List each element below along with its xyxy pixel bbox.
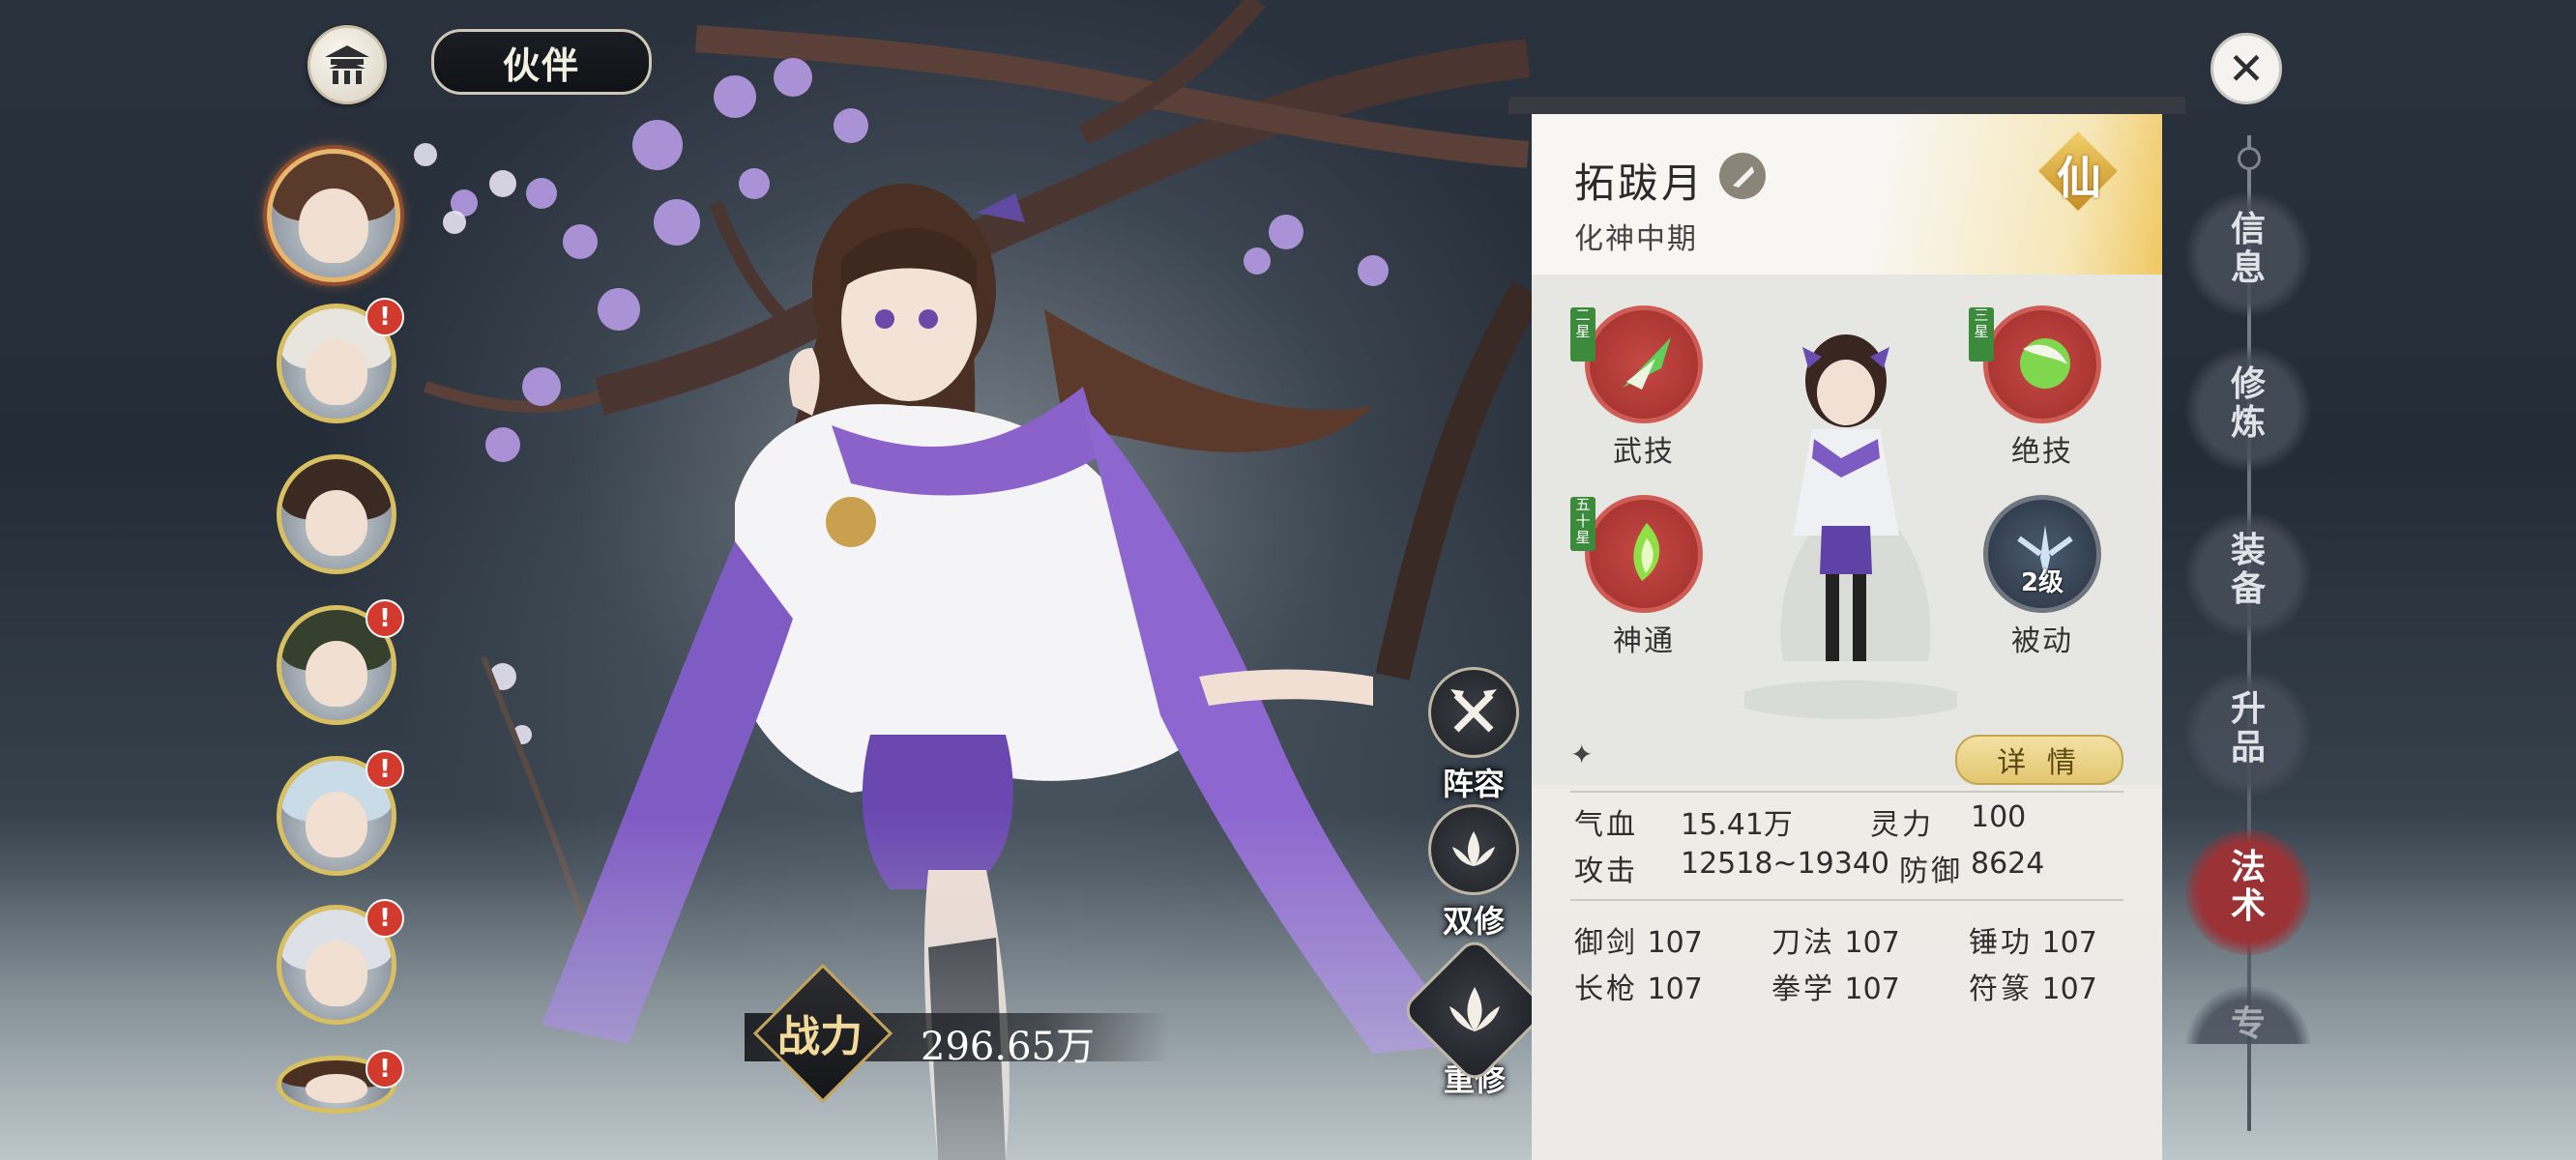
details-button[interactable]: 详 情 bbox=[1955, 735, 2123, 785]
weapon-type-icon[interactable] bbox=[1719, 153, 1766, 199]
lineup-button[interactable]: 阵容 bbox=[1427, 667, 1520, 804]
nav-label: 升品 bbox=[2230, 689, 2266, 768]
alert-badge: ! bbox=[366, 298, 404, 336]
nav-cultivate[interactable]: 修炼 bbox=[2185, 346, 2311, 472]
nav-info[interactable]: 信息 bbox=[2185, 191, 2311, 317]
skill-star-badge: 三星 bbox=[1969, 307, 1994, 362]
stat-spirit-value: 100 bbox=[1971, 800, 2027, 834]
nav-upgrade[interactable]: 升品 bbox=[2185, 671, 2311, 797]
close-icon: ✕ bbox=[2227, 43, 2266, 95]
skill-ultimate[interactable]: 三星 绝技 bbox=[1969, 305, 2110, 470]
alert-badge: ! bbox=[366, 750, 404, 789]
pavilion-icon bbox=[325, 45, 369, 84]
character-info-panel: 拓跋月 化神中期 仙 二星 武技 三星 绝技 五十星 神通 2级 被动 ✦ 详 … bbox=[1532, 114, 2162, 1160]
home-button[interactable] bbox=[307, 25, 387, 104]
skill-passive[interactable]: 2级 被动 bbox=[1975, 495, 2110, 659]
panel-top-border bbox=[1508, 97, 2185, 114]
skill-label: 绝技 bbox=[2011, 435, 2073, 469]
panel-header: 拓跋月 化神中期 仙 bbox=[1532, 114, 2162, 275]
divider bbox=[1570, 899, 2123, 901]
chibi-figure bbox=[1744, 334, 1957, 719]
dual-cultivation-label: 双修 bbox=[1442, 903, 1505, 940]
skill-divine[interactable]: 五十星 神通 bbox=[1570, 495, 1712, 659]
crossed-axes-icon bbox=[1428, 667, 1519, 758]
skill-star-badge: 二星 bbox=[1570, 307, 1595, 362]
portrait-face bbox=[306, 1074, 367, 1103]
partner-portrait[interactable] bbox=[277, 454, 396, 574]
sparkle-icon: ✦ bbox=[1570, 739, 1594, 770]
grade-text: 仙 bbox=[2057, 152, 2101, 204]
portrait-face bbox=[306, 940, 367, 1007]
combat-power: 战力 296.65万 bbox=[706, 963, 1170, 1104]
passive-skill-icon: 2级 bbox=[1983, 495, 2101, 613]
close-button[interactable]: ✕ bbox=[2210, 33, 2282, 104]
grade-badge: 仙 bbox=[2037, 130, 2119, 212]
art-chui: 锤功 107 bbox=[1969, 926, 2097, 960]
portrait-face bbox=[306, 489, 367, 557]
stat-atk-value: 12518~19340 bbox=[1681, 847, 1890, 881]
nav-label: 修炼 bbox=[2230, 364, 2266, 443]
skill-label: 武技 bbox=[1613, 435, 1675, 469]
nav-label: 专 bbox=[2230, 1004, 2266, 1044]
lineup-label: 阵容 bbox=[1442, 766, 1505, 802]
art-jian: 御剑 107 bbox=[1574, 926, 1703, 960]
stat-hp-label: 气血 bbox=[1574, 808, 1638, 842]
stat-def-value: 8624 bbox=[1971, 847, 2045, 881]
power-value: 296.65万 bbox=[921, 1025, 1095, 1069]
martial-skill-icon bbox=[1585, 305, 1703, 423]
art-dao: 刀法 107 bbox=[1771, 926, 1900, 960]
portrait-face bbox=[306, 791, 367, 858]
nav-equipment[interactable]: 装备 bbox=[2185, 512, 2311, 638]
stat-atk-label: 攻击 bbox=[1574, 855, 1638, 888]
recultivate-button[interactable]: 重修 bbox=[1399, 935, 1550, 1100]
divider bbox=[1570, 791, 2123, 793]
character-name: 拓跋月 bbox=[1574, 160, 1706, 207]
alert-badge: ! bbox=[366, 599, 404, 638]
alert-badge: ! bbox=[366, 1050, 404, 1088]
divine-skill-icon bbox=[1585, 495, 1703, 613]
alert-badge: ! bbox=[366, 899, 404, 938]
skill-star-badge: 五十星 bbox=[1570, 497, 1595, 551]
page-title: 伙伴 bbox=[431, 29, 652, 95]
nav-spells[interactable]: 法术 bbox=[2185, 829, 2311, 955]
portrait-face bbox=[306, 640, 367, 708]
nav-label: 法术 bbox=[2230, 848, 2266, 926]
power-label: 战力 bbox=[777, 1012, 863, 1061]
nav-label: 装备 bbox=[2230, 531, 2266, 609]
art-fu: 符篆 107 bbox=[1969, 972, 2097, 1006]
art-qiang: 长枪 107 bbox=[1574, 972, 1703, 1006]
art-quan: 拳学 107 bbox=[1771, 972, 1900, 1006]
nav-special[interactable]: 专 bbox=[2185, 986, 2311, 1044]
skills-section: 二星 武技 三星 绝技 五十星 神通 2级 被动 ✦ bbox=[1532, 275, 2162, 785]
dual-cultivation-button[interactable]: 双修 bbox=[1427, 804, 1520, 942]
portrait-face bbox=[306, 338, 367, 406]
ultimate-skill-icon bbox=[1983, 305, 2101, 423]
stat-hp-value: 15.41万 bbox=[1681, 808, 1793, 842]
skill-martial[interactable]: 二星 武技 bbox=[1570, 305, 1712, 470]
partner-portrait[interactable] bbox=[267, 149, 400, 282]
skill-label: 神通 bbox=[1613, 624, 1675, 658]
cultivation-realm: 化神中期 bbox=[1574, 222, 1698, 256]
nav-label: 信息 bbox=[2230, 210, 2266, 288]
portrait-face bbox=[299, 188, 368, 263]
skill-label: 被动 bbox=[2011, 624, 2073, 658]
passive-level: 2级 bbox=[2020, 568, 2064, 597]
stat-def-label: 防御 bbox=[1899, 855, 1963, 888]
stat-spirit-label: 灵力 bbox=[1870, 808, 1934, 842]
nav-top-dot bbox=[2238, 147, 2261, 170]
lotus-icon bbox=[1428, 804, 1519, 895]
